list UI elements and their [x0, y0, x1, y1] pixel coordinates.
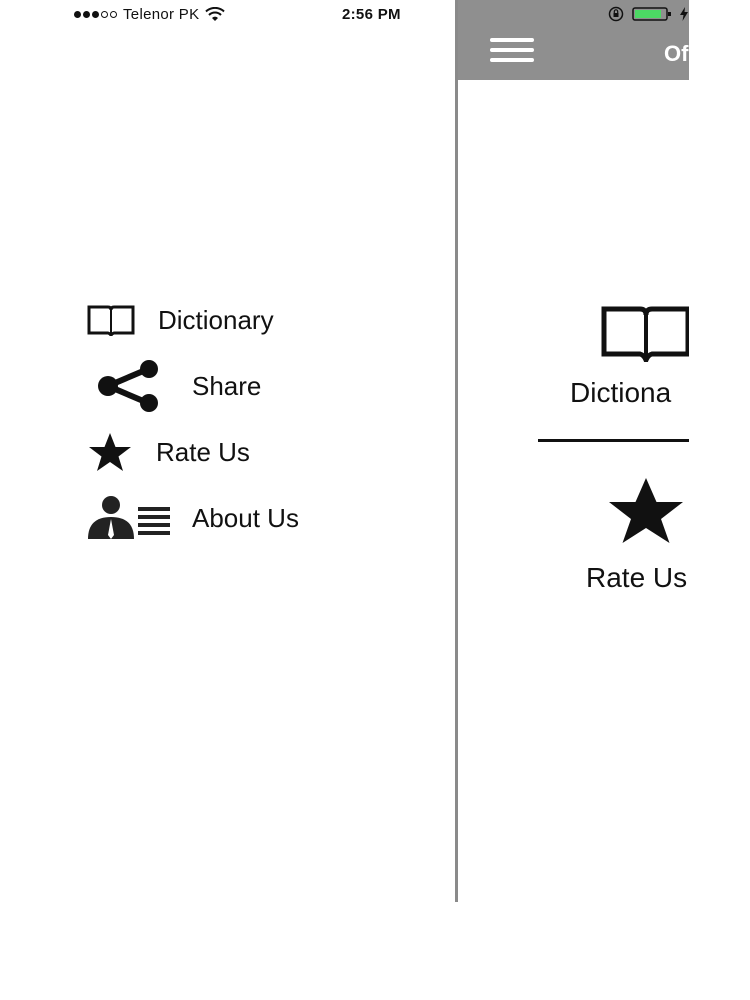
- divider: [538, 439, 689, 442]
- menu-item-label: Dictionary: [158, 304, 274, 335]
- side-drawer: Dictionary Share Rate Us About Us: [64, 28, 455, 902]
- menu-item-label: About Us: [192, 502, 299, 533]
- book-icon: [601, 306, 689, 362]
- status-icons-right: [608, 6, 688, 22]
- star-icon: [609, 478, 683, 543]
- hamburger-menu-icon[interactable]: [490, 38, 534, 66]
- about-us-icon: [88, 496, 170, 539]
- star-icon: [89, 433, 131, 471]
- menu-item-rate-us[interactable]: Rate Us: [86, 432, 250, 472]
- navigation-bar: Of: [458, 0, 689, 80]
- menu-item-share[interactable]: Share: [96, 360, 262, 412]
- phone-screen: Telenor PK 2:56 PM Dictionary Share Rate…: [64, 0, 689, 902]
- menu-item-label: Rate Us: [156, 436, 250, 467]
- status-time: 2:56 PM: [342, 6, 401, 23]
- battery-icon: [632, 7, 671, 21]
- wifi-icon: [205, 7, 226, 21]
- menu-item-about-us[interactable]: About Us: [86, 496, 299, 539]
- tile-label: Rate Us: [586, 562, 688, 593]
- carrier-name: Telenor PK: [123, 6, 200, 23]
- tile-label: Dictiona: [570, 377, 672, 408]
- share-icon: [98, 360, 158, 412]
- menu-item-dictionary[interactable]: Dictionary: [86, 300, 274, 340]
- charging-icon: [680, 7, 688, 21]
- orientation-lock-icon: [608, 6, 624, 22]
- signal-strength-icon: [74, 11, 117, 18]
- main-content: Of Dictiona Rate Us: [455, 0, 689, 902]
- nav-title: Of: [664, 41, 689, 66]
- menu-item-label: Share: [192, 370, 262, 401]
- carrier-info: Telenor PK: [74, 6, 226, 23]
- book-icon: [87, 305, 135, 337]
